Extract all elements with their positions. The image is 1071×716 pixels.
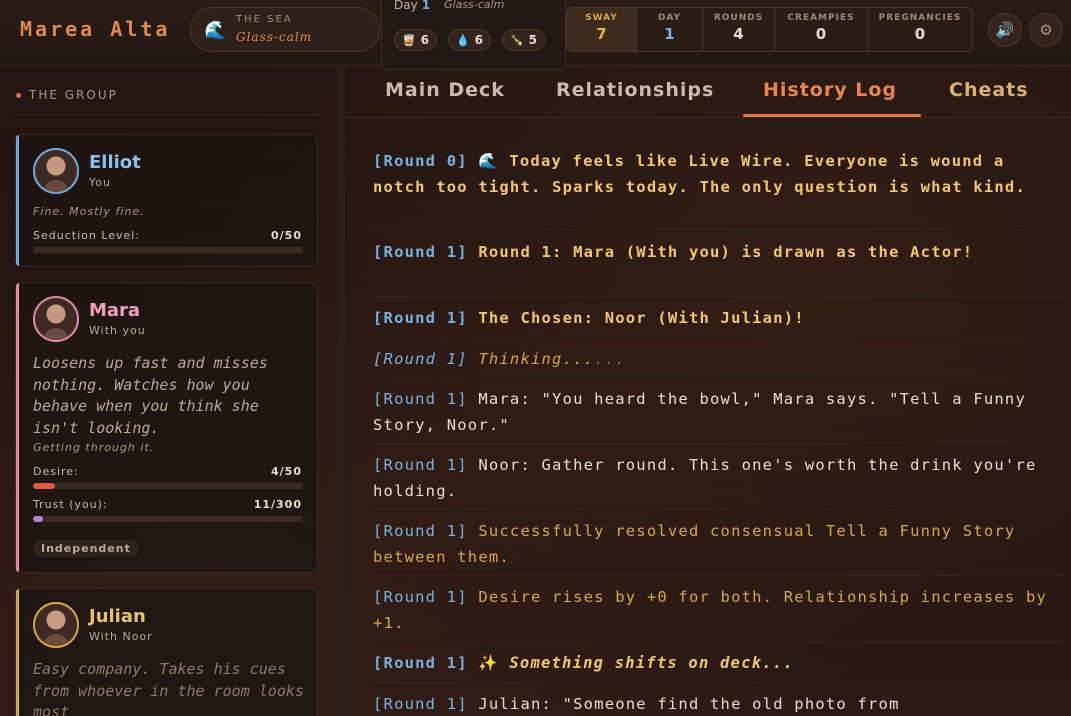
bottle-pill[interactable]: 🍾 5 — [502, 29, 545, 51]
bottle-icon: 🍾 — [509, 33, 524, 47]
character-card-mara[interactable]: Mara With you Loosens up fast and misses… — [15, 282, 318, 573]
stat-rounds: ROUNDS 4 — [703, 8, 775, 51]
group-sidebar: THE GROUP Elliot You Fine. Mostly fine. … — [0, 66, 337, 716]
sea-value: Glass-calm — [236, 30, 313, 44]
log-entry: [Round 1] Round 1: Mara (With you) is dr… — [373, 239, 1063, 297]
speaker-icon[interactable]: 🔊 — [988, 13, 1022, 47]
gear-icon[interactable]: ⚙ — [1029, 13, 1063, 47]
log-entry: [Round 1] Thinking...... — [373, 346, 1063, 378]
group-title: THE GROUP — [16, 88, 118, 102]
character-card-julian[interactable]: Julian With Noor Easy company. Takes his… — [15, 588, 318, 716]
history-log: [Round 0] 🌊 Today feels like Live Wire. … — [345, 118, 1071, 716]
brand-title: Marea Alta — [20, 17, 171, 41]
sea-status[interactable]: 🌊 THE SEA Glass-calm — [190, 7, 380, 52]
stat-sway: SWAY 7 — [567, 8, 637, 51]
sparkle-icon: ✨ — [467, 654, 510, 672]
avatar — [33, 296, 79, 342]
tab-cheats[interactable]: Cheats — [949, 79, 1029, 101]
active-tab-indicator — [743, 114, 921, 117]
day-popup: Day 1 Glass-calm 🥃 6 💧 6 🍾 5 — [381, 0, 566, 70]
drop-pill[interactable]: 💧 6 — [448, 29, 491, 51]
stat-day: DAY 1 — [637, 8, 703, 51]
drink-icon: 🥃 — [401, 33, 416, 47]
tab-history-log[interactable]: History Log — [763, 79, 897, 101]
tab-main-deck[interactable]: Main Deck — [385, 79, 505, 101]
log-entry: [Round 1] The Chosen: Noor (With Julian)… — [373, 305, 1063, 338]
stat-creampies: CREAMPIES 0 — [775, 8, 868, 51]
avatar — [33, 148, 79, 194]
stats-panel: SWAY 7 DAY 1 ROUNDS 4 CREAMPIES 0 PREGNA… — [566, 7, 973, 52]
character-card-elliot[interactable]: Elliot You Fine. Mostly fine. Seduction … — [15, 134, 318, 267]
desire-bar — [33, 483, 303, 489]
log-entry: [Round 1] ✨ Something shifts on deck... — [373, 650, 1063, 683]
tab-relationships[interactable]: Relationships — [556, 79, 714, 101]
day-label: Day 1 — [394, 0, 431, 12]
log-entry: [Round 1] Mara: "You heard the bowl," Ma… — [373, 386, 1063, 444]
stat-pregnancies: PREGNANCIES 0 — [878, 13, 962, 43]
drink-pill[interactable]: 🥃 6 — [394, 29, 437, 51]
log-entry: [Round 1] Julian: "Someone find the old … — [373, 695, 900, 713]
wave-icon: 🌊 — [204, 20, 227, 41]
day-weather: Glass-calm — [444, 0, 505, 11]
panel-divider[interactable] — [337, 66, 345, 716]
seduction-bar — [33, 247, 303, 253]
log-entry: [Round 1] Desire rises by +0 for both. R… — [373, 584, 1063, 642]
status-badge: Independent — [33, 540, 139, 557]
log-entry: [Round 1] Successfully resolved consensu… — [373, 518, 1063, 576]
tab-bar: Main Deck Relationships History Log Chea… — [345, 66, 1071, 118]
trust-bar — [33, 516, 303, 522]
drop-icon: 💧 — [455, 33, 470, 47]
sea-label: THE SEA — [236, 14, 293, 25]
avatar — [33, 602, 79, 648]
log-entry: [Round 1] Noor: Gather round. This one's… — [373, 452, 1063, 510]
log-entry: [Round 0] 🌊 Today feels like Live Wire. … — [373, 148, 1063, 230]
